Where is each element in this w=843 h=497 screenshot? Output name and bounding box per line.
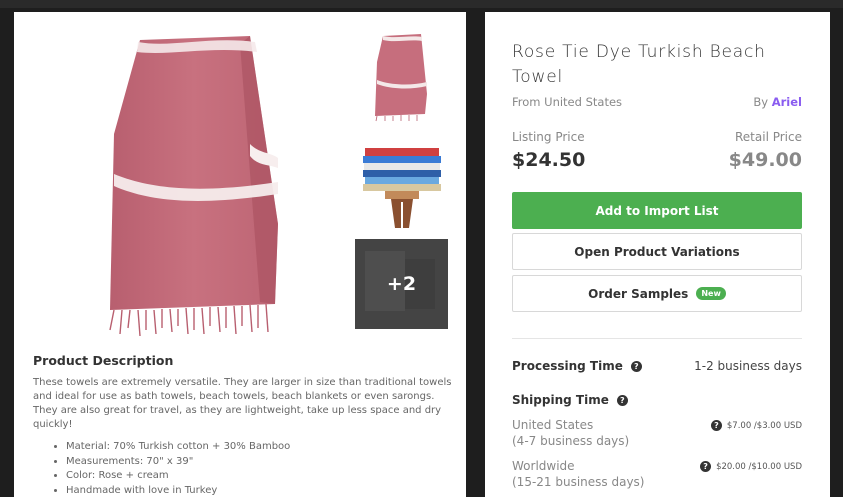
open-product-variations-button[interactable]: Open Product Variations: [512, 233, 802, 270]
description-bullet: Color: Rose + cream: [66, 469, 290, 484]
processing-time-text: Processing Time: [512, 359, 623, 373]
seller-byline: By Ariel: [753, 95, 802, 109]
more-images-count: +2: [386, 273, 417, 295]
retail-price-label: Retail Price: [735, 130, 802, 144]
question-circle-icon[interactable]: ?: [616, 394, 628, 406]
order-samples-button[interactable]: Order Samples New: [512, 275, 802, 312]
product-origin: From United States: [512, 95, 623, 109]
thumbnail-1[interactable]: [355, 32, 448, 122]
question-circle-icon[interactable]: ?: [630, 360, 642, 372]
description-body: These towels are extremely versatile. Th…: [33, 377, 452, 430]
shipping-region-days: (4-7 business days): [512, 434, 630, 448]
background-overlay-strip: [0, 0, 843, 8]
by-label: By: [753, 95, 769, 109]
description-bullet: Measurements: 70" x 39": [66, 455, 290, 470]
thumbnail-towel-image: [375, 34, 427, 122]
open-product-variations-label: Open Product Variations: [574, 244, 740, 259]
description-bullets: Material: 70% Turkish cotton + 30% Bambo…: [52, 440, 290, 497]
seller-link[interactable]: Ariel: [772, 95, 802, 109]
new-badge: New: [696, 287, 726, 300]
shipping-region-days: (15-21 business days): [512, 475, 645, 489]
description-bullet: Handmade with love in Turkey: [66, 484, 290, 497]
product-title: Rose Tie Dye Turkish Beach Towel: [512, 42, 766, 87]
thumbnail-towel-stack-image: [363, 148, 441, 228]
divider: [512, 338, 802, 339]
product-gallery-panel: +2 Product Description These towels are …: [14, 12, 466, 497]
main-product-image: [109, 36, 278, 337]
retail-price: $49.00: [728, 149, 802, 171]
shipping-time-text: Shipping Time: [512, 393, 609, 407]
order-samples-label: Order Samples: [588, 286, 689, 301]
processing-time-label: Processing Time ?: [512, 359, 642, 373]
shipping-region-worldwide: Worldwide (15-21 business days): [512, 458, 645, 490]
description-title: Product Description: [33, 353, 174, 368]
shipping-cost-value: $7.00 /$3.00 USD: [726, 420, 802, 431]
shipping-cost-worldwide: ? $20.00 /$10.00 USD: [700, 461, 802, 472]
shipping-region-us: United States (4-7 business days): [512, 417, 629, 449]
question-circle-icon[interactable]: ?: [710, 420, 722, 431]
processing-time-value: 1-2 business days: [694, 359, 802, 373]
listing-price-label: Listing Price: [512, 130, 585, 144]
shipping-region-name: United States: [512, 418, 594, 432]
shipping-time-label: Shipping Time ?: [512, 393, 628, 407]
add-to-import-list-label: Add to Import List: [595, 203, 719, 218]
description-bullet: Material: 70% Turkish cotton + 30% Bambo…: [66, 440, 290, 455]
shipping-cost-us: ? $7.00 /$3.00 USD: [710, 420, 802, 431]
shipping-region-name: Worldwide: [512, 459, 575, 473]
add-to-import-list-button[interactable]: Add to Import List: [512, 192, 802, 229]
thumbnail-2[interactable]: [355, 140, 448, 230]
shipping-cost-value: $20.00 /$10.00 USD: [716, 461, 802, 472]
product-details-panel: Rose Tie Dye Turkish Beach Towel From Un…: [485, 12, 830, 497]
question-circle-icon[interactable]: ?: [700, 461, 712, 472]
listing-price: $24.50: [512, 149, 586, 171]
more-images-button[interactable]: +2: [355, 239, 448, 329]
